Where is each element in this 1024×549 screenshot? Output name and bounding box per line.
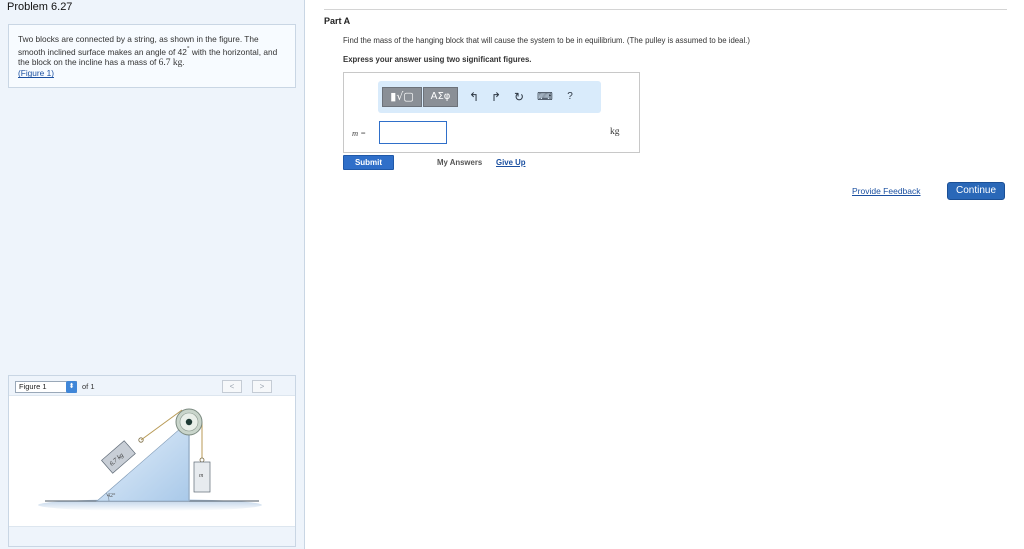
provide-feedback-link[interactable]: Provide Feedback xyxy=(852,186,921,196)
keyboard-icon[interactable]: ⌨ xyxy=(537,90,553,106)
reset-icon[interactable]: ↻ xyxy=(511,90,527,106)
figure-footer xyxy=(9,526,295,546)
prev-figure-button[interactable]: < xyxy=(222,380,242,393)
answer-box: ▮√▢ ΑΣφ ↰ ↱ ↻ ⌨ ? m = kg xyxy=(343,72,640,153)
top-divider xyxy=(324,9,1007,10)
figure-select-value: Figure 1 xyxy=(19,382,47,391)
next-figure-button[interactable]: > xyxy=(252,380,272,393)
help-icon[interactable]: ? xyxy=(562,90,578,106)
give-up-link[interactable]: Give Up xyxy=(496,158,525,167)
question-text: Find the mass of the hanging block that … xyxy=(343,36,750,45)
incline-figure: 42° 6.7 kg m xyxy=(38,408,262,511)
figure-count: of 1 xyxy=(82,382,95,391)
math-toolbar: ▮√▢ ΑΣφ ↰ ↱ ↻ ⌨ ? xyxy=(378,81,601,113)
figure-header: Figure 1 ⬍ of 1 < > xyxy=(9,376,295,396)
angle-label: 42° xyxy=(107,492,116,499)
greek-symbols-button[interactable]: ΑΣφ xyxy=(423,87,458,107)
part-title: Part A xyxy=(324,16,351,26)
select-arrow-icon: ⬍ xyxy=(66,381,77,393)
figure-select[interactable]: Figure 1 ⬍ xyxy=(15,381,77,393)
figure-link[interactable]: (Figure 1) xyxy=(18,68,54,78)
continue-button[interactable]: Continue xyxy=(947,182,1005,200)
mass-value: 6.7 kg xyxy=(158,57,183,68)
submit-button[interactable]: Submit xyxy=(343,155,394,170)
problem-title: Problem 6.27 xyxy=(7,1,73,13)
my-answers-label: My Answers xyxy=(437,158,483,167)
figure-panel: Figure 1 ⬍ of 1 < > 42° 6.7 kg m xyxy=(8,375,296,547)
problem-panel: Problem 6.27 Two blocks are connected by… xyxy=(0,0,305,549)
unit-label: kg xyxy=(610,127,620,137)
templates-button[interactable]: ▮√▢ xyxy=(382,87,422,107)
figure-nav: < > xyxy=(222,380,284,393)
undo-icon[interactable]: ↰ xyxy=(466,90,482,106)
problem-statement: Two blocks are connected by a string, as… xyxy=(8,24,296,88)
problem-text-3: . xyxy=(182,56,185,67)
variable-label: m = xyxy=(352,128,366,138)
instruction-text: Express your answer using two significan… xyxy=(343,55,532,64)
incline-block: 6.7 kg xyxy=(101,440,136,474)
redo-icon[interactable]: ↱ xyxy=(488,90,504,106)
answer-input[interactable] xyxy=(379,121,447,144)
hanging-mass-label: m xyxy=(199,473,204,479)
